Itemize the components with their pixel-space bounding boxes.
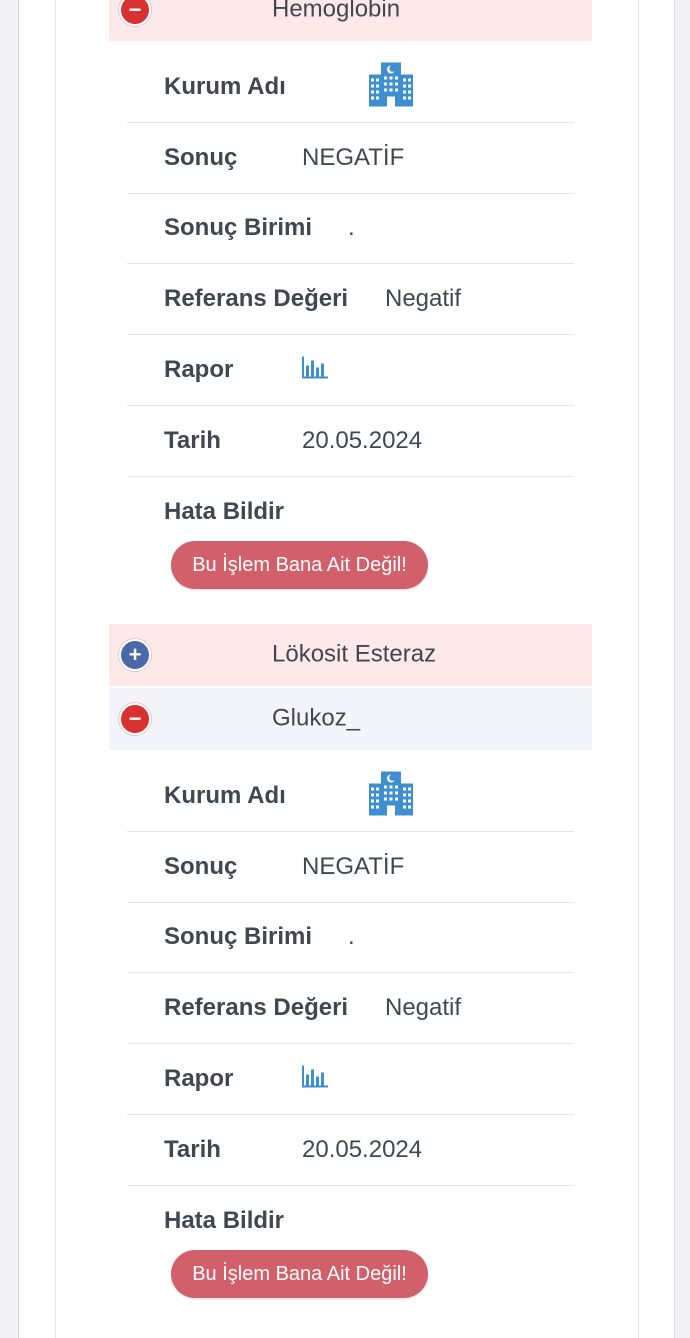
bar-chart-icon[interactable] — [302, 356, 328, 384]
sonuc-label: Sonuç — [164, 144, 238, 171]
test-title: Glukoz_ — [272, 704, 361, 732]
row-rapor: Rapor — [127, 335, 574, 406]
tarih-label: Tarih — [164, 1136, 221, 1163]
hata-label: Hata Bildir — [164, 498, 285, 525]
test-header-glukoz[interactable]: − Glukoz_ — [109, 688, 592, 750]
report-error-button[interactable]: Bu İşlem Bana Ait Değil! — [171, 1250, 428, 1298]
test-title: Hemoglobin — [272, 0, 401, 23]
row-tarih: Tarih 20.05.2024 — [127, 406, 574, 477]
collapse-toggle-button[interactable]: − — [119, 703, 151, 735]
rapor-label: Rapor — [164, 356, 234, 383]
collapse-toggle-button[interactable]: − — [119, 0, 151, 26]
row-sonuc-birimi: Sonuç Birimi . — [127, 193, 574, 264]
kurum-label: Kurum Adı — [164, 73, 286, 100]
row-kurum-adi: Kurum Adı — [127, 52, 574, 123]
referans-value: Negatif — [385, 285, 462, 312]
row-sonuc-birimi: Sonuç Birimi . — [127, 902, 574, 973]
row-referans-degeri: Referans Değeri Negatif — [127, 973, 574, 1044]
row-sonuc: Sonuç NEGATİF — [127, 123, 574, 194]
test-title: Lökosit Esteraz — [272, 640, 437, 668]
row-hata-bildir: Hata Bildir — [127, 477, 574, 547]
kurum-label: Kurum Adı — [164, 782, 286, 809]
sonuc-value: NEGATİF — [302, 144, 405, 171]
report-error-button[interactable]: Bu İşlem Bana Ait Değil! — [171, 541, 428, 589]
sonuc-value: NEGATİF — [302, 853, 405, 880]
row-kurum-adi: Kurum Adı — [127, 761, 574, 832]
row-rapor: Rapor — [127, 1044, 574, 1115]
row-sonuc: Sonuç NEGATİF — [127, 832, 574, 903]
rapor-label: Rapor — [164, 1065, 234, 1092]
hospital-building-icon[interactable] — [367, 61, 415, 114]
row-referans-degeri: Referans Değeri Negatif — [127, 264, 574, 335]
birim-value: . — [348, 214, 355, 241]
test-header-lokosit-esteraz[interactable]: + Lökosit Esteraz — [109, 624, 592, 686]
row-hata-bildir: Hata Bildir — [127, 1186, 574, 1256]
referans-label: Referans Değeri — [164, 285, 349, 312]
tarih-label: Tarih — [164, 427, 221, 454]
hata-label: Hata Bildir — [164, 1207, 285, 1234]
bar-chart-icon[interactable] — [302, 1065, 328, 1093]
tarih-value: 20.05.2024 — [302, 1136, 423, 1163]
sonuc-label: Sonuç — [164, 853, 238, 880]
row-tarih: Tarih 20.05.2024 — [127, 1115, 574, 1186]
referans-label: Referans Değeri — [164, 994, 349, 1021]
tarih-value: 20.05.2024 — [302, 427, 423, 454]
birim-value: . — [348, 923, 355, 950]
hospital-building-icon[interactable] — [367, 770, 415, 823]
expand-toggle-button[interactable]: + — [119, 639, 151, 671]
birim-label: Sonuç Birimi — [164, 923, 313, 950]
referans-value: Negatif — [385, 994, 462, 1021]
test-header-hemoglobin[interactable]: − Hemoglobin — [109, 0, 592, 41]
birim-label: Sonuç Birimi — [164, 214, 313, 241]
